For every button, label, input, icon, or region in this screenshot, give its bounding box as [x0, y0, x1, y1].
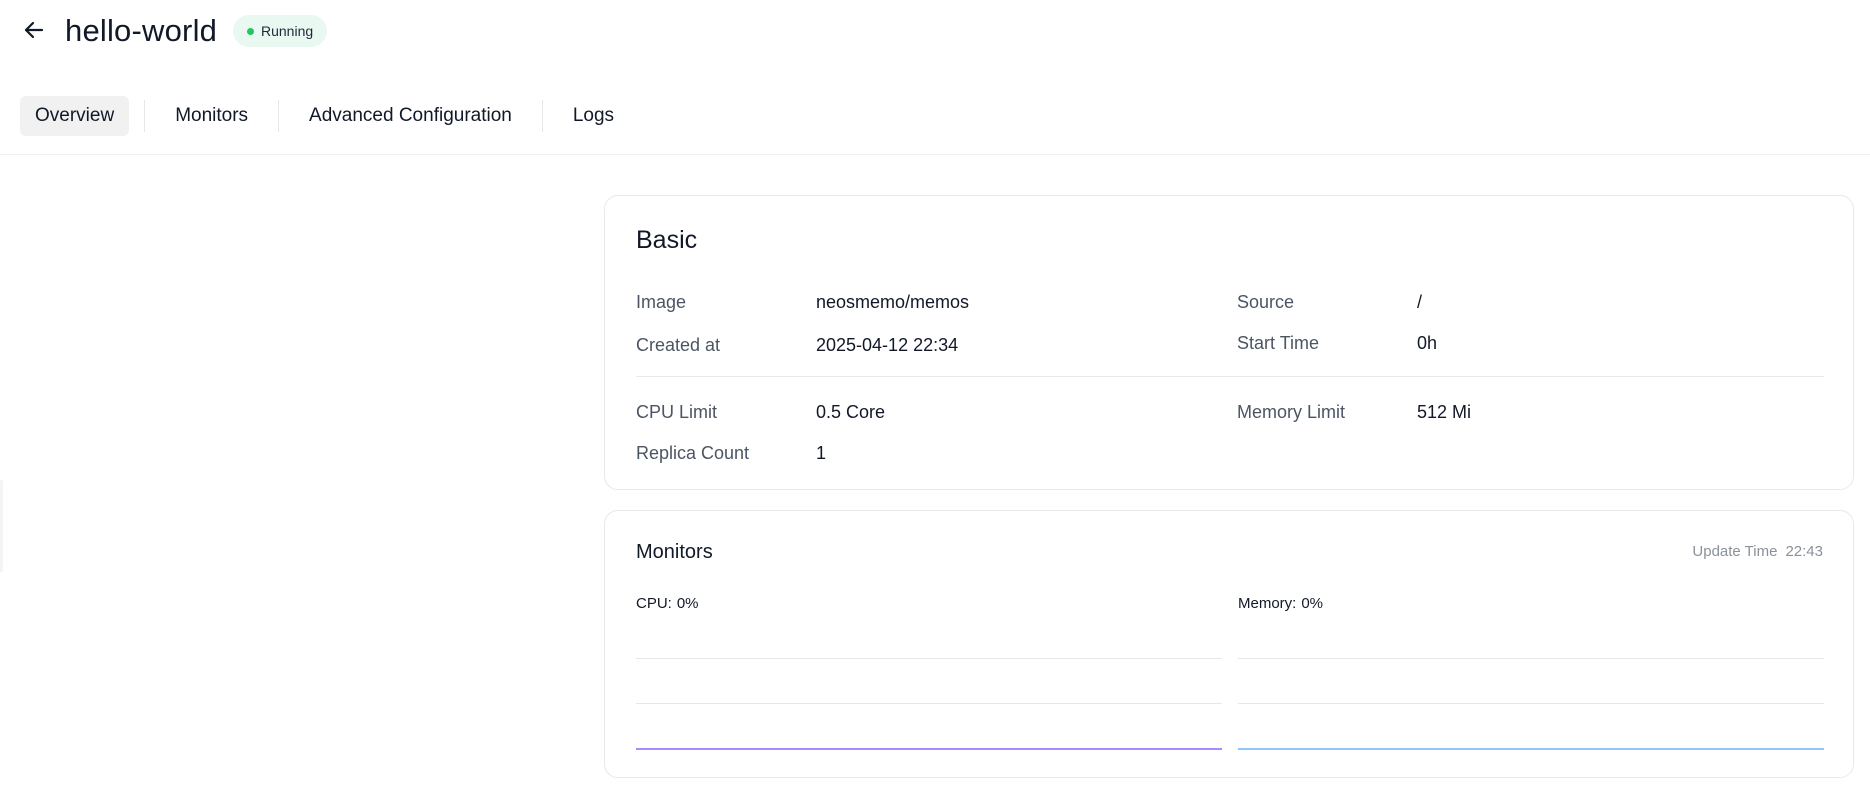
tab-advanced-configuration[interactable]: Advanced Configuration	[294, 96, 527, 136]
page-header: hello-world Running	[0, 0, 1870, 64]
tab-separator	[541, 100, 543, 132]
memory-metric: Memory: 0%	[1238, 595, 1323, 612]
memory-series-line	[1238, 748, 1824, 750]
memory-limit-label: Memory Limit	[1237, 402, 1346, 422]
tabs-divider	[0, 154, 1870, 155]
tab-bar: Overview Monitors Advanced Configuration…	[20, 96, 629, 136]
status-badge: Running	[233, 15, 328, 47]
image-label: Image	[636, 292, 687, 312]
cpu-limit-label: CPU Limit	[636, 402, 718, 422]
created-label: Created at	[636, 335, 721, 355]
monitors-card: Monitors Update Time 22:43 CPU: 0% Memory:…	[604, 510, 1854, 778]
tab-monitors[interactable]: Monitors	[160, 96, 263, 136]
monitors-title: Monitors	[636, 541, 713, 563]
source-label: Source	[1237, 292, 1295, 312]
basic-title: Basic	[636, 226, 698, 254]
basic-card: Basic Image neosmemo/memos Source / Crea…	[604, 195, 1854, 490]
status-dot-icon	[247, 27, 254, 35]
start-time-label: Start Time	[1237, 333, 1320, 353]
cpu-grid-line	[636, 658, 1222, 659]
image-value: neosmemo/memos	[816, 292, 970, 312]
tab-separator	[144, 100, 146, 132]
source-value: /	[1417, 292, 1423, 312]
replica-count-value: 1	[816, 443, 827, 463]
created-value: 2025-04-12 22:34	[816, 335, 959, 355]
tab-logs[interactable]: Logs	[558, 96, 629, 136]
cpu-metric-label: CPU:	[636, 595, 672, 612]
arrow-left-icon	[24, 21, 44, 39]
cpu-series-line	[636, 748, 1222, 750]
tab-separator	[278, 100, 280, 132]
memory-metric-value: 0%	[1301, 595, 1324, 612]
cpu-grid-line	[636, 703, 1222, 704]
page-title: hello-world	[65, 13, 218, 48]
memory-limit-value: 512 Mi	[1417, 402, 1472, 422]
side-panel-handle[interactable]	[0, 480, 3, 572]
update-time: Update Time 22:43	[1692, 543, 1823, 560]
start-time-value: 0h	[1417, 333, 1438, 353]
memory-grid-line	[1238, 703, 1824, 704]
back-button[interactable]	[20, 16, 48, 44]
cpu-metric: CPU: 0%	[636, 595, 699, 612]
cpu-limit-value: 0.5 Core	[816, 402, 886, 422]
section-divider	[636, 376, 1824, 377]
update-time-value: 22:43	[1785, 543, 1823, 560]
replica-count-label: Replica Count	[636, 443, 750, 463]
cpu-metric-value: 0%	[676, 595, 699, 612]
memory-grid-line	[1238, 658, 1824, 659]
update-time-label: Update Time	[1692, 543, 1778, 560]
status-text: Running	[261, 23, 314, 39]
tab-overview[interactable]: Overview	[20, 96, 130, 136]
memory-metric-label: Memory:	[1238, 595, 1297, 612]
